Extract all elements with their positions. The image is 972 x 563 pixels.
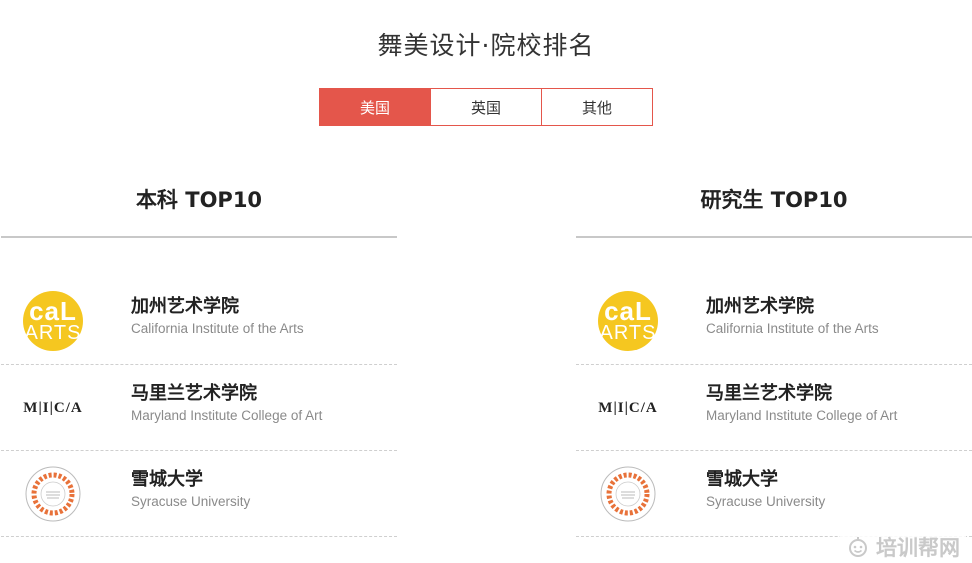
list-item[interactable]: caL ARTS 加州艺术学院 California Institute of …: [576, 278, 972, 365]
school-name-cn[interactable]: 雪城大学: [131, 465, 203, 491]
list-item[interactable]: 雪城大学 Syracuse University: [576, 451, 972, 537]
syracuse-seal-logo: [21, 451, 85, 537]
mica-logo: M|I|C/A: [596, 365, 660, 451]
school-name-cn[interactable]: 雪城大学: [706, 465, 778, 491]
calarts-logo: caL ARTS: [596, 278, 660, 364]
calarts-logo-text-bottom: ARTS: [599, 321, 657, 344]
calarts-logo-text-top: caL: [604, 296, 652, 327]
divider: [1, 236, 397, 238]
school-name-en: Syracuse University: [706, 494, 826, 509]
calarts-logo-text-top: caL: [29, 296, 77, 327]
school-name-cn[interactable]: 马里兰艺术学院: [131, 379, 257, 405]
graduate-column: 研究生 TOP10 caL ARTS 加州艺术学院 California Ins…: [576, 184, 972, 537]
list-item[interactable]: M|I|C/A 马里兰艺术学院 Maryland Institute Colle…: [1, 365, 397, 451]
undergrad-column: 本科 TOP10 caL ARTS 加州艺术学院 California Inst…: [1, 184, 397, 537]
undergrad-title: 本科 TOP10: [135, 188, 263, 212]
list-item[interactable]: M|I|C/A 马里兰艺术学院 Maryland Institute Colle…: [576, 365, 972, 451]
list-item[interactable]: caL ARTS 加州艺术学院 California Institute of …: [1, 278, 397, 365]
calarts-logo: caL ARTS: [21, 278, 85, 364]
graduate-title: 研究生 TOP10: [700, 188, 848, 212]
school-name-en: Maryland Institute College of Art: [706, 408, 898, 423]
school-name-en: California Institute of the Arts: [131, 321, 304, 336]
tab-uk[interactable]: 英国: [430, 89, 541, 125]
syracuse-seal-logo: [596, 451, 660, 537]
school-name-cn[interactable]: 加州艺术学院: [706, 292, 814, 318]
list-item[interactable]: 雪城大学 Syracuse University: [1, 451, 397, 537]
tab-usa[interactable]: 美国: [320, 89, 430, 125]
tab-other[interactable]: 其他: [541, 89, 652, 125]
mica-logo: M|I|C/A: [21, 365, 85, 451]
school-name-cn[interactable]: 马里兰艺术学院: [706, 379, 832, 405]
undergrad-list: caL ARTS 加州艺术学院 California Institute of …: [1, 278, 397, 537]
mica-logo-text: M|I|C/A: [598, 399, 658, 416]
school-name-cn[interactable]: 加州艺术学院: [131, 292, 239, 318]
divider: [576, 236, 972, 238]
calarts-logo-text-bottom: ARTS: [24, 321, 82, 344]
graduate-list: caL ARTS 加州艺术学院 California Institute of …: [576, 278, 972, 537]
school-name-en: California Institute of the Arts: [706, 321, 879, 336]
page-title: 舞美设计·院校排名: [377, 31, 595, 60]
mica-logo-text: M|I|C/A: [23, 399, 83, 416]
watermark-text: 培训帮网: [876, 536, 960, 560]
school-name-en: Maryland Institute College of Art: [131, 408, 323, 423]
watermark: 培训帮网: [840, 533, 966, 561]
face-icon: [849, 537, 867, 557]
school-name-en: Syracuse University: [131, 494, 251, 509]
region-tabs: 美国 英国 其他: [319, 88, 653, 126]
